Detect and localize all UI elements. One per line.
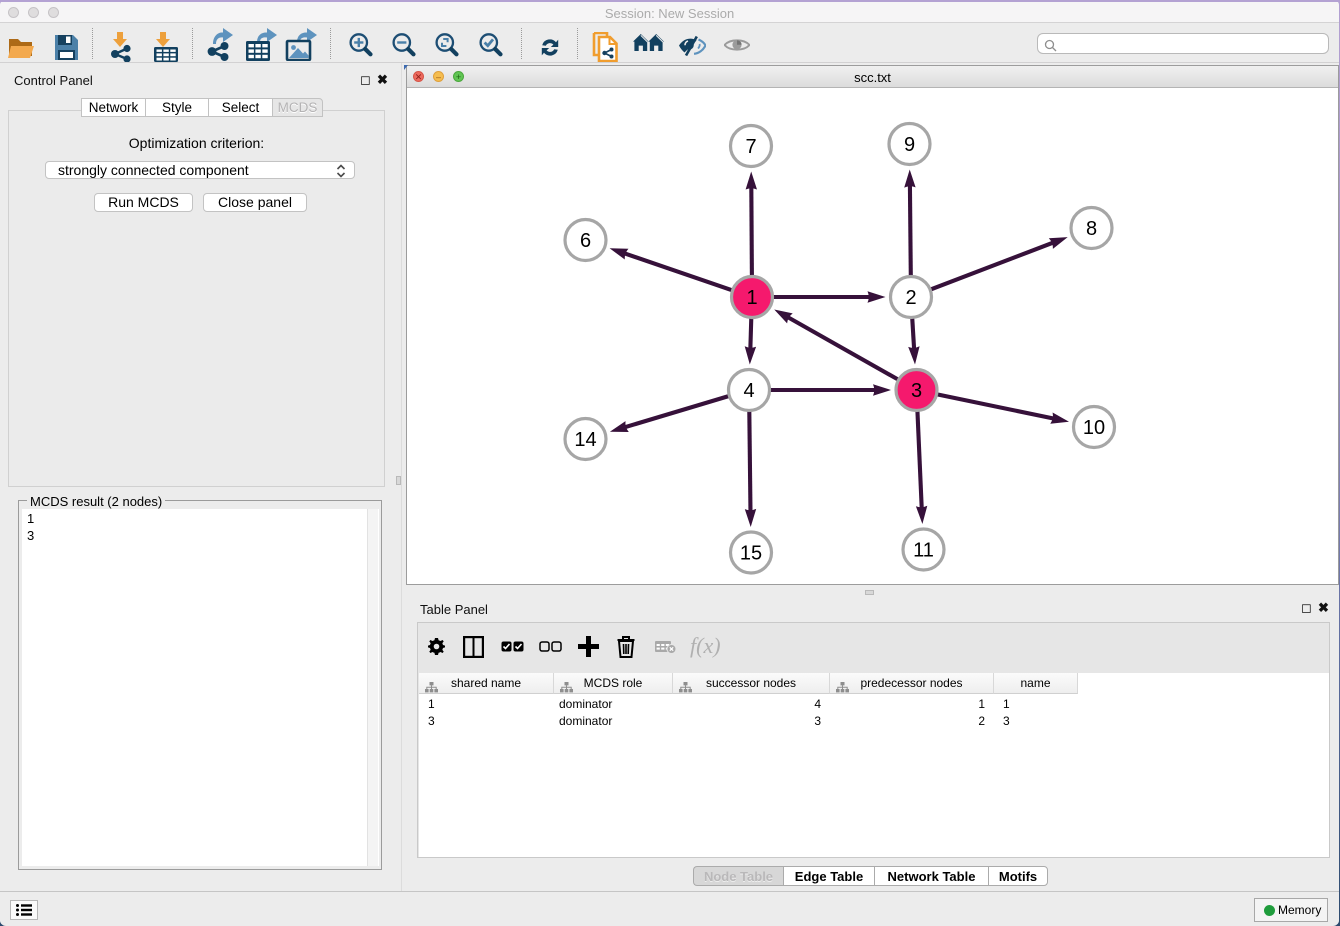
svg-text:15: 15: [740, 543, 762, 565]
svg-text:14: 14: [574, 429, 596, 451]
svg-text:1: 1: [746, 287, 757, 309]
svg-text:9: 9: [904, 134, 915, 156]
svg-text:8: 8: [1086, 218, 1097, 240]
svg-text:6: 6: [580, 230, 591, 252]
svg-text:2: 2: [905, 287, 916, 309]
svg-text:11: 11: [913, 540, 934, 562]
svg-text:3: 3: [911, 380, 922, 402]
svg-text:4: 4: [743, 380, 754, 402]
svg-text:7: 7: [745, 136, 756, 158]
svg-text:10: 10: [1083, 417, 1105, 439]
